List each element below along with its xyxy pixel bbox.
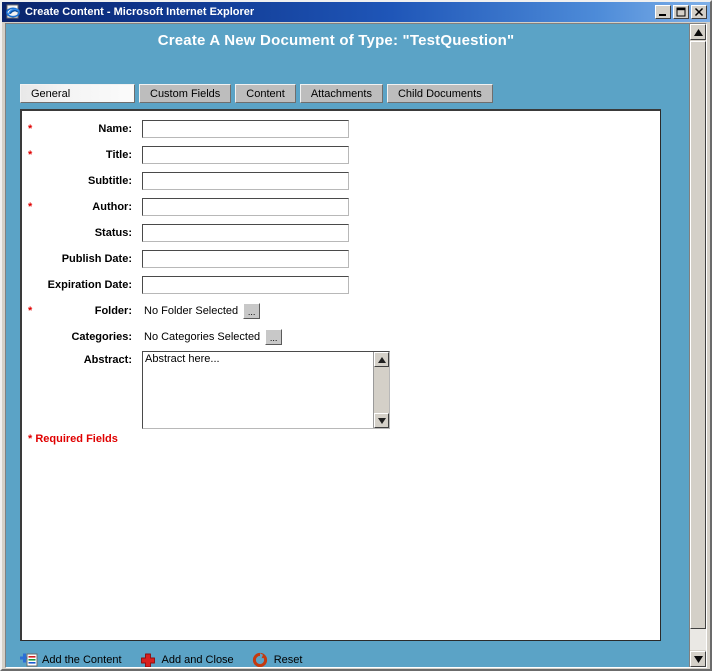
- reset-label: Reset: [273, 654, 303, 666]
- author-input[interactable]: [142, 198, 349, 216]
- folder-browse-button[interactable]: ...: [243, 303, 261, 319]
- label-publish-date: Publish Date:: [61, 253, 132, 265]
- label-author: Author:: [92, 201, 132, 213]
- subtitle-input[interactable]: [142, 172, 349, 190]
- required-fields-note: * Required Fields: [28, 433, 118, 445]
- scroll-down-button[interactable]: [690, 651, 706, 667]
- label-title: Title:: [105, 149, 132, 161]
- tab-attachments[interactable]: Attachments: [299, 84, 383, 103]
- minimize-button[interactable]: [655, 5, 671, 19]
- abstract-field-wrapper: [142, 351, 390, 429]
- browser-window: Create Content - Microsoft Internet Expl…: [0, 0, 712, 671]
- client-area: Create A New Document of Type: "TestQues…: [2, 22, 710, 669]
- red-plus-icon: [140, 652, 158, 667]
- publish-date-input[interactable]: [142, 250, 349, 268]
- page-vertical-scrollbar[interactable]: [689, 24, 706, 667]
- maximize-button[interactable]: [673, 5, 689, 19]
- folder-picker: No Folder Selected ...: [144, 300, 261, 322]
- add-and-close-label: Add and Close: [161, 654, 234, 666]
- categories-browse-button[interactable]: ...: [265, 329, 283, 345]
- browser-document-frame: Create A New Document of Type: "TestQues…: [5, 23, 707, 668]
- scrollbar-thumb[interactable]: [690, 41, 706, 629]
- label-name: Name:: [98, 123, 132, 135]
- abstract-scrollbar[interactable]: [373, 352, 389, 428]
- scroll-up-button[interactable]: [690, 24, 706, 40]
- label-status: Status:: [94, 227, 132, 239]
- abstract-scroll-up-button[interactable]: [374, 352, 389, 367]
- scrollbar-track[interactable]: [690, 41, 706, 650]
- page-title: Create A New Document of Type: "TestQues…: [157, 32, 515, 49]
- reset-circular-arrow-icon: [252, 652, 270, 667]
- name-input[interactable]: [142, 120, 349, 138]
- close-button[interactable]: [691, 5, 707, 19]
- label-abstract: Abstract:: [83, 354, 132, 366]
- title-bar: Create Content - Microsoft Internet Expl…: [2, 2, 710, 22]
- abstract-scroll-down-button[interactable]: [374, 413, 389, 428]
- add-document-icon: [20, 652, 38, 667]
- abstract-textarea[interactable]: [143, 352, 373, 428]
- tab-custom-fields[interactable]: Custom Fields: [139, 84, 232, 103]
- expiration-date-input[interactable]: [142, 276, 349, 294]
- reset-button[interactable]: Reset: [252, 652, 303, 667]
- categories-selection-text: No Categories Selected: [144, 331, 261, 343]
- window-controls: [655, 5, 707, 19]
- tab-bar: General Custom Fields Content Attachment…: [20, 84, 493, 103]
- form-panel: * Name: * Title: Subtitle: * Author: Sta…: [20, 109, 661, 641]
- internet-explorer-icon: [5, 4, 21, 20]
- window-title: Create Content - Microsoft Internet Expl…: [25, 6, 255, 18]
- label-folder: Folder:: [94, 305, 132, 317]
- categories-picker: No Categories Selected ...: [144, 326, 283, 348]
- add-and-close-button[interactable]: Add and Close: [140, 652, 234, 667]
- action-toolbar: Add the Content Add and Close Reset: [20, 652, 302, 667]
- folder-selection-text: No Folder Selected: [144, 305, 239, 317]
- status-input[interactable]: [142, 224, 349, 242]
- tab-child-documents[interactable]: Child Documents: [386, 84, 493, 103]
- add-the-content-label: Add the Content: [42, 654, 122, 666]
- title-input[interactable]: [142, 146, 349, 164]
- add-the-content-button[interactable]: Add the Content: [20, 652, 122, 667]
- label-expiration-date: Expiration Date:: [47, 279, 132, 291]
- tab-general[interactable]: General: [20, 84, 135, 103]
- tab-content[interactable]: Content: [235, 84, 296, 103]
- label-subtitle: Subtitle:: [88, 175, 132, 187]
- label-categories: Categories:: [71, 331, 132, 343]
- web-page-body: Create A New Document of Type: "TestQues…: [6, 24, 689, 667]
